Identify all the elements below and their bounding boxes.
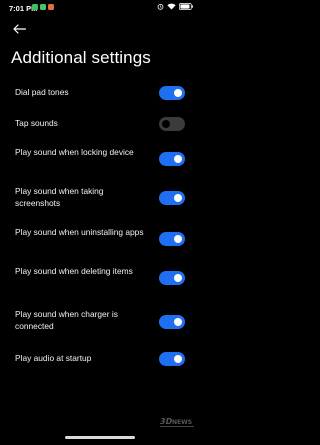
toggle-switch[interactable] <box>159 117 185 131</box>
toggle-knob <box>174 89 182 97</box>
toggle-knob <box>174 194 182 202</box>
setting-label: Play sound when taking screenshots <box>15 186 104 208</box>
setting-row-tap-sounds[interactable]: Tap sounds <box>0 116 200 132</box>
green-app-icon <box>32 4 38 10</box>
toggle-knob <box>174 235 182 243</box>
toggle-knob <box>174 318 182 326</box>
setting-row-dial-pad-tones[interactable]: Dial pad tones <box>0 85 200 101</box>
page-title: Additional settings <box>11 48 151 67</box>
svg-text:3D: 3D <box>160 417 173 426</box>
system-icons <box>157 3 193 10</box>
toggle-knob <box>174 355 182 363</box>
additional-settings-screen: 7:01 PM Additional settings Dial pad ton… <box>0 0 200 445</box>
wifi-icon <box>167 3 176 10</box>
toggle-knob <box>162 120 170 128</box>
setting-label: Play audio at startup <box>15 353 92 363</box>
svg-text:NEWS: NEWS <box>172 419 192 426</box>
toggle-switch[interactable] <box>159 232 185 246</box>
home-indicator[interactable] <box>65 436 135 439</box>
toggle-switch[interactable] <box>159 152 185 166</box>
toggle-switch[interactable] <box>159 271 185 285</box>
setting-label: Dial pad tones <box>15 87 69 97</box>
toggle-switch[interactable] <box>159 86 185 100</box>
back-button[interactable] <box>11 22 27 36</box>
toggle-knob <box>174 155 182 163</box>
setting-label: Play sound when locking device <box>15 147 134 157</box>
setting-label: Tap sounds <box>15 118 58 128</box>
setting-row-screenshot-sound[interactable]: Play sound when taking screenshots <box>0 186 200 210</box>
alarm-icon <box>157 3 164 10</box>
setting-label: Play sound when charger is connected <box>15 309 118 331</box>
toggle-knob <box>174 274 182 282</box>
notification-icons <box>32 4 54 10</box>
status-bar: 7:01 PM <box>0 0 200 18</box>
toggle-switch[interactable] <box>159 352 185 366</box>
green-app-icon-2 <box>40 4 46 10</box>
setting-row-delete-sound[interactable]: Play sound when deleting items <box>0 266 200 290</box>
setting-label: Play sound when deleting items <box>15 266 133 276</box>
setting-row-charger-sound[interactable]: Play sound when charger is connected <box>0 309 200 333</box>
setting-row-uninstall-sound[interactable]: Play sound when uninstalling apps <box>0 227 200 251</box>
setting-label: Play sound when uninstalling apps <box>15 227 144 237</box>
setting-row-locking-sound[interactable]: Play sound when locking device <box>0 147 200 171</box>
orange-app-icon <box>48 4 54 10</box>
toggle-switch[interactable] <box>159 315 185 329</box>
arrow-left-icon <box>12 24 26 34</box>
toggle-switch[interactable] <box>159 191 185 205</box>
battery-icon <box>179 3 193 10</box>
setting-row-startup-audio[interactable]: Play audio at startup <box>0 351 200 367</box>
3dnews-watermark: 3D NEWS <box>160 417 194 427</box>
